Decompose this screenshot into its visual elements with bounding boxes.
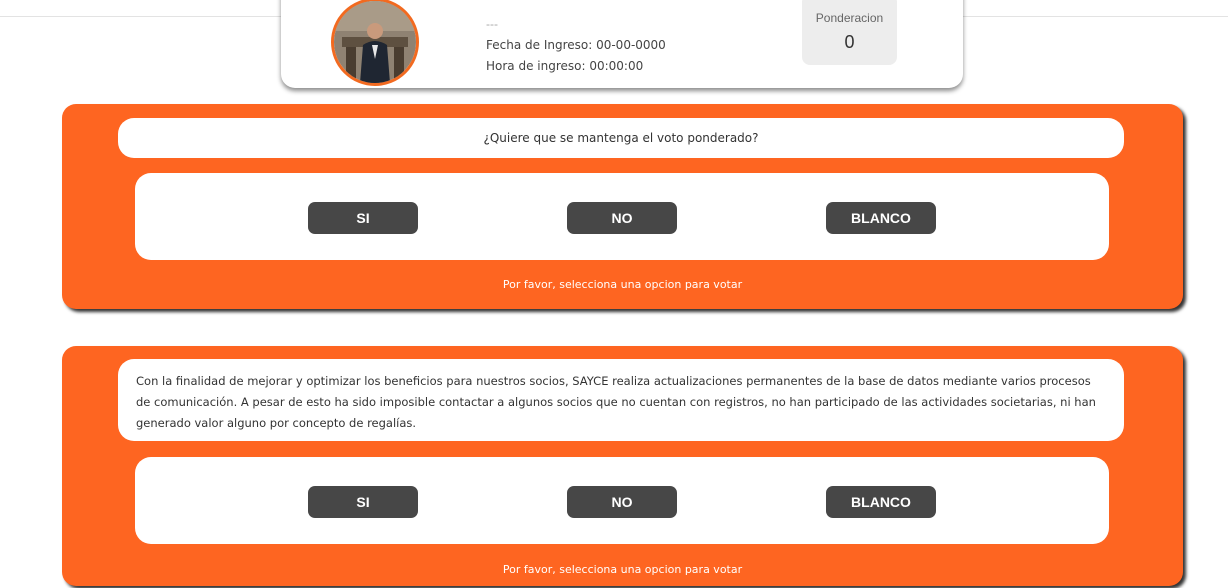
vote-hint: Por favor, selecciona una opcion para vo… xyxy=(502,563,743,576)
vote-no-button[interactable]: NO xyxy=(567,202,677,234)
vote-options: SI NO BLANCO xyxy=(135,457,1109,544)
weighting-value: 0 xyxy=(844,32,855,52)
vote-blanco-button[interactable]: BLANCO xyxy=(826,202,936,234)
member-profile-card: --- Fecha de Ingreso: 00-00-0000 Hora de… xyxy=(281,0,963,88)
vote-blanco-button[interactable]: BLANCO xyxy=(826,486,936,518)
question-text: ¿Quiere que se mantenga el voto ponderad… xyxy=(118,118,1124,158)
vote-hint: Por favor, selecciona una opcion para vo… xyxy=(502,278,743,291)
member-name: --- xyxy=(486,17,498,31)
vote-panel-weighted-vote: ¿Quiere que se mantenga el voto ponderad… xyxy=(62,104,1183,309)
member-photo xyxy=(334,1,416,83)
entry-date: Fecha de Ingreso: 00-00-0000 xyxy=(486,38,666,52)
vote-no-button[interactable]: NO xyxy=(567,486,677,518)
question-text: Con la finalidad de mejorar y optimizar … xyxy=(118,359,1124,441)
weighting-label: Ponderacion xyxy=(815,11,884,25)
vote-si-button[interactable]: SI xyxy=(308,486,418,518)
member-avatar xyxy=(331,0,419,86)
vote-options: SI NO BLANCO xyxy=(135,173,1109,260)
vote-panel-database-update: Con la finalidad de mejorar y optimizar … xyxy=(62,346,1183,586)
vote-si-button[interactable]: SI xyxy=(308,202,418,234)
entry-time: Hora de ingreso: 00:00:00 xyxy=(486,59,644,73)
weighting-box: Ponderacion 0 xyxy=(802,0,897,65)
